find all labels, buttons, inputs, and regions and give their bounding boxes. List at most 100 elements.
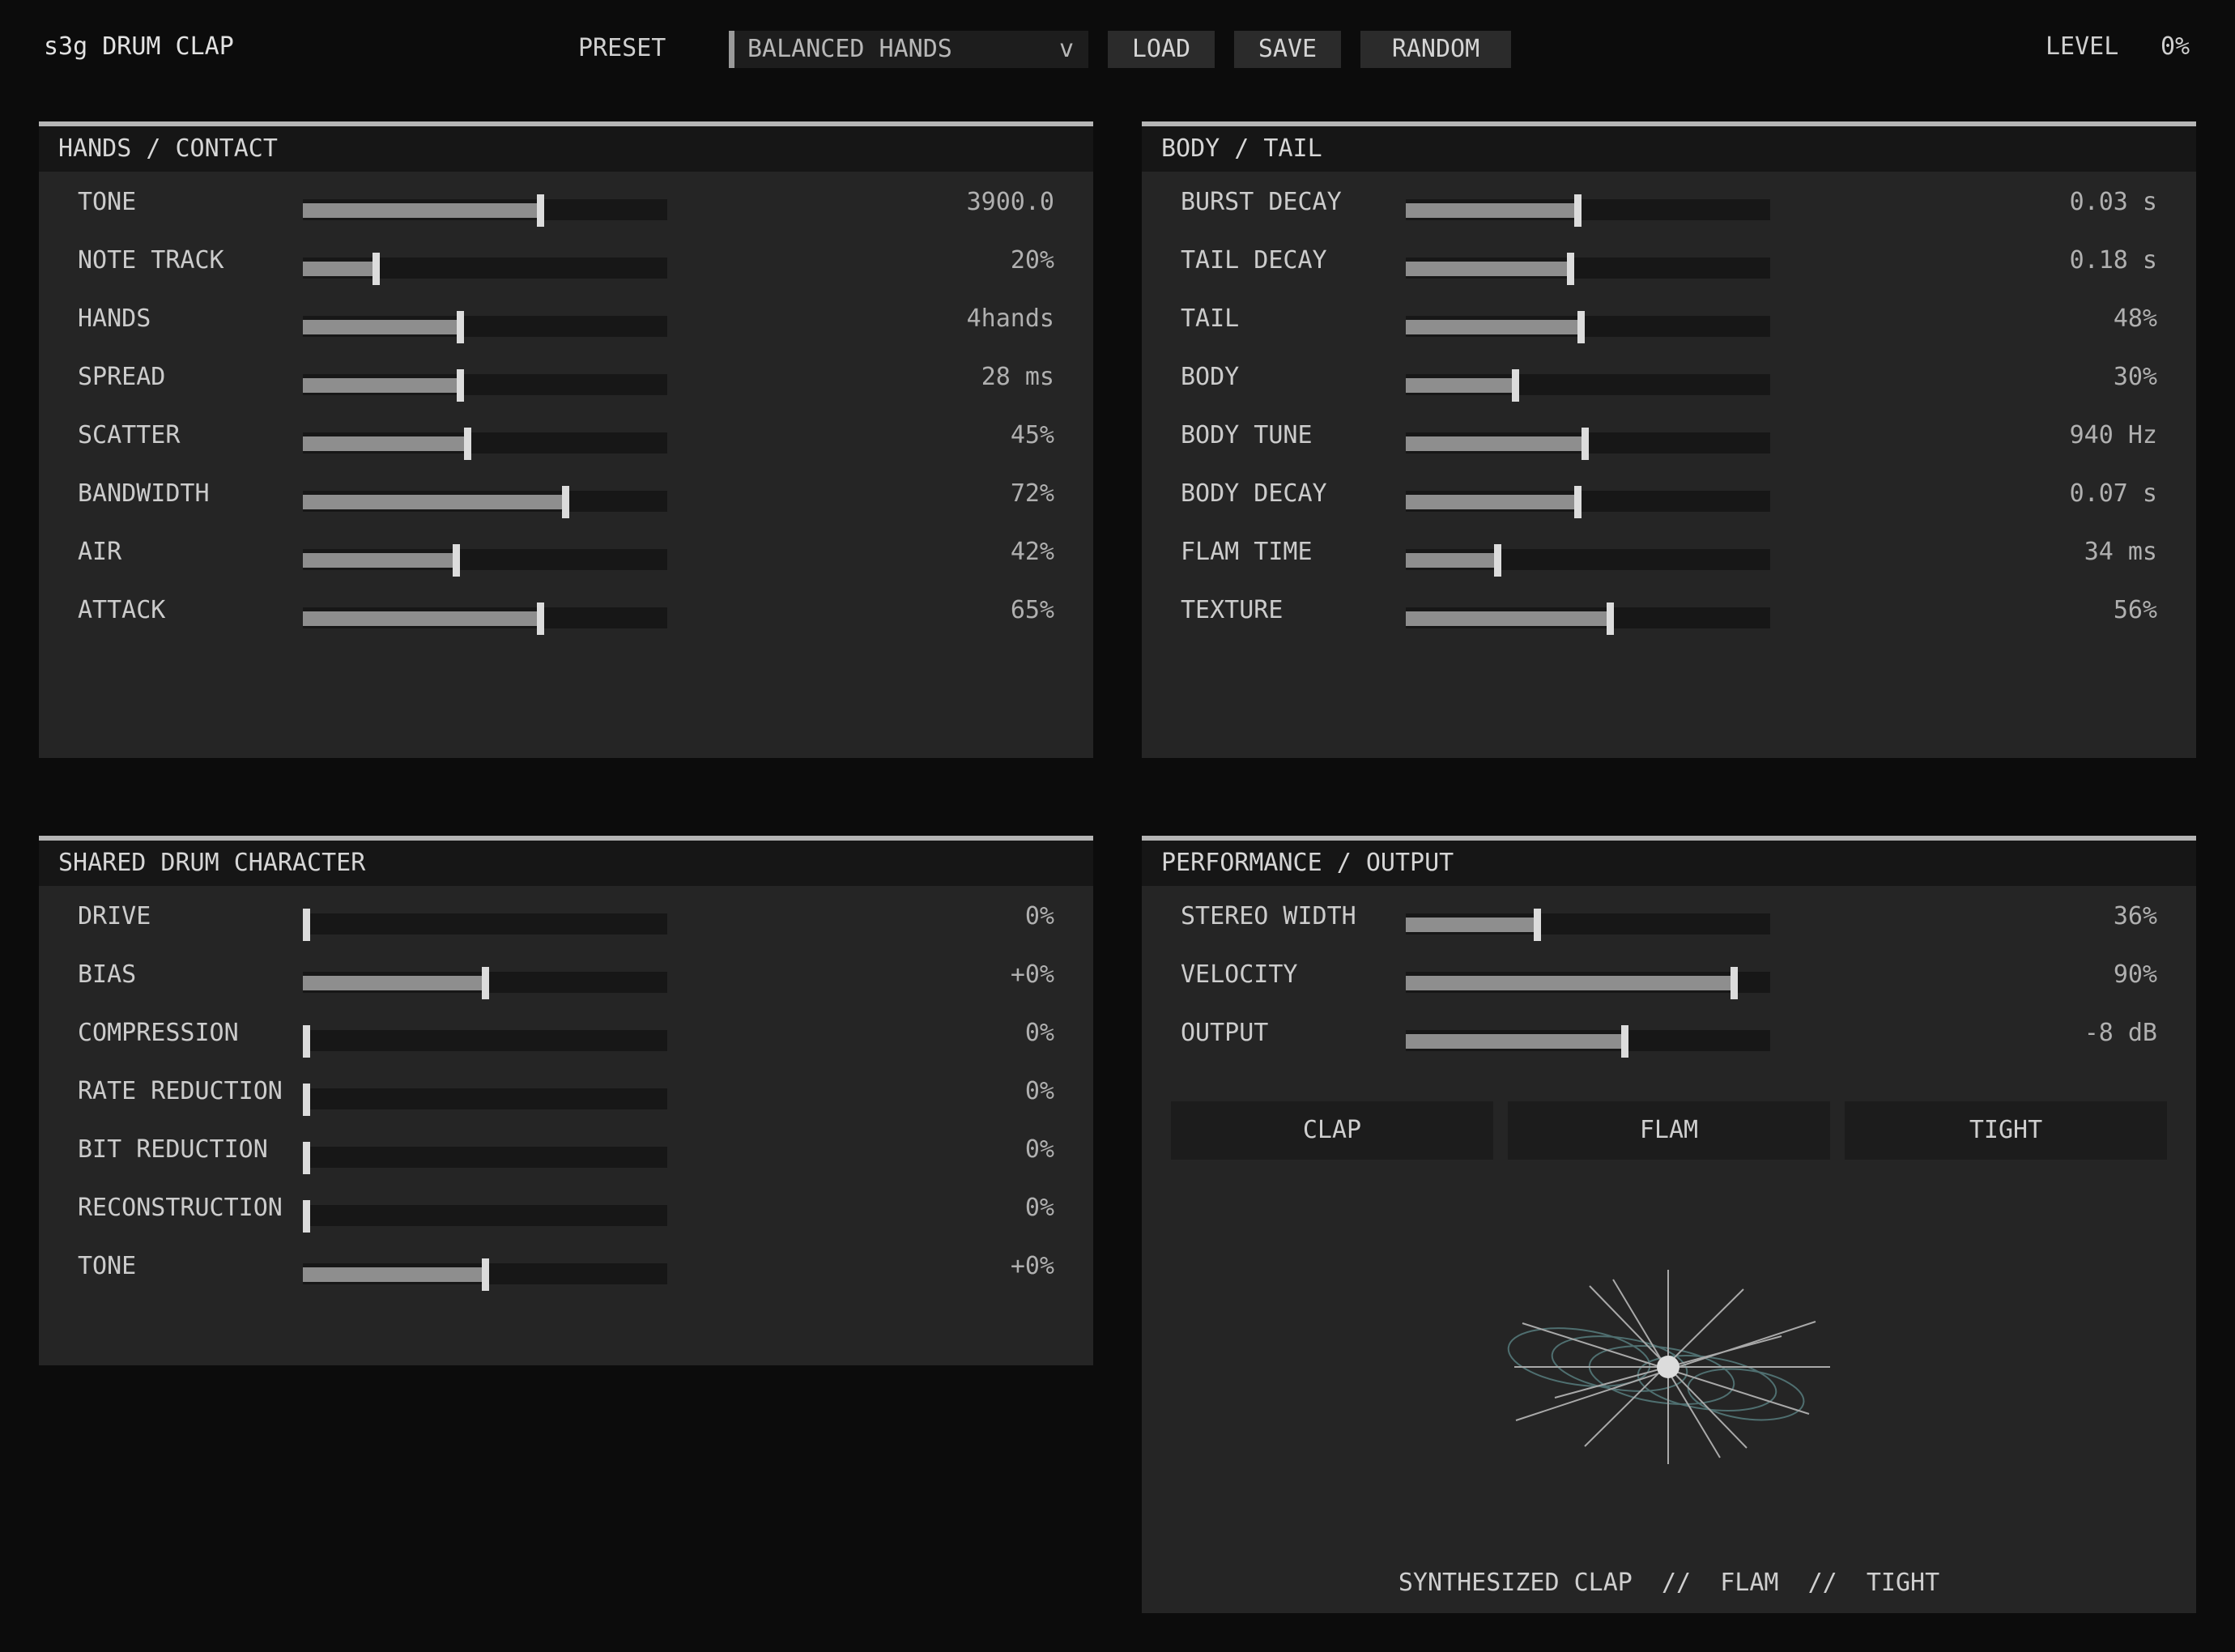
param-slider[interactable] [1406, 602, 1770, 635]
param-slider[interactable] [303, 909, 667, 941]
param-slider[interactable] [303, 428, 667, 460]
slider-thumb[interactable] [303, 1084, 310, 1116]
slider-thumb[interactable] [1607, 602, 1614, 635]
param-label: TONE [78, 188, 137, 216]
param-label: TONE [78, 1252, 137, 1280]
panel-body-tail: BODY / TAIL BURST DECAY 0.03 s TAIL DECAY 0… [1142, 121, 2196, 758]
param-slider[interactable] [1406, 194, 1770, 227]
param-label: BODY [1181, 363, 1240, 391]
slider-thumb[interactable] [1574, 486, 1582, 518]
param-value: -8 dB [2084, 1019, 2157, 1047]
slider-thumb[interactable] [1534, 909, 1541, 941]
param-value: +0% [1010, 960, 1054, 989]
param-slider[interactable] [303, 1142, 667, 1174]
slider-thumb[interactable] [482, 967, 489, 999]
mode-footer-text: SYNTHESIZED CLAP // FLAM // TIGHT [1398, 1569, 1940, 1597]
param-slider[interactable] [303, 544, 667, 577]
param-value: 0% [1024, 902, 1054, 930]
param-value: 90% [2113, 960, 2157, 989]
app-title: s3g DRUM CLAP [44, 32, 234, 61]
param-value: 0% [1024, 1135, 1054, 1164]
slider-thumb[interactable] [464, 428, 471, 460]
param-row-bias: BIAS +0% [39, 957, 1093, 1015]
mode-button-flam[interactable]: FLAM [1508, 1101, 1830, 1160]
slider-thumb[interactable] [303, 1200, 310, 1233]
param-row-reconstruction: RECONSTRUCTION 0% [39, 1190, 1093, 1249]
slider-thumb[interactable] [1494, 544, 1501, 577]
param-slider[interactable] [1406, 311, 1770, 343]
slider-thumb[interactable] [1582, 428, 1589, 460]
param-slider[interactable] [1406, 967, 1770, 999]
slider-thumb[interactable] [457, 311, 464, 343]
param-row-hands: HANDS 4hands [39, 301, 1093, 360]
slider-thumb[interactable] [457, 369, 464, 402]
random-button[interactable]: RANDOM [1360, 31, 1511, 68]
param-row-tone: TONE +0% [39, 1249, 1093, 1307]
slider-thumb[interactable] [1574, 194, 1582, 227]
slider-fill [303, 262, 376, 276]
param-slider[interactable] [303, 311, 667, 343]
param-slider[interactable] [1406, 909, 1770, 941]
slider-thumb[interactable] [537, 602, 544, 635]
param-label: DRIVE [78, 902, 151, 930]
load-button[interactable]: LOAD [1108, 31, 1215, 68]
slider-fill [303, 378, 460, 393]
param-row-flam-time: FLAM TIME 34 ms [1142, 534, 2196, 593]
slider-thumb[interactable] [1567, 253, 1574, 285]
slider-thumb[interactable] [372, 253, 380, 285]
param-slider[interactable] [1406, 544, 1770, 577]
slider-thumb[interactable] [303, 1142, 310, 1174]
param-slider[interactable] [1406, 486, 1770, 518]
save-button[interactable]: SAVE [1234, 31, 1341, 68]
panel-hands-contact: HANDS / CONTACT TONE 3900.0 NOTE TRACK 20% H… [39, 121, 1093, 758]
slider-thumb[interactable] [453, 544, 460, 577]
param-row-burst-decay: BURST DECAY 0.03 s [1142, 185, 2196, 243]
param-value: 20% [1010, 246, 1054, 275]
slider-thumb[interactable] [1577, 311, 1585, 343]
param-slider[interactable] [1406, 369, 1770, 402]
param-slider[interactable] [303, 486, 667, 518]
panel-title: PERFORMANCE / OUTPUT [1142, 841, 2196, 886]
param-value: 4hands [966, 304, 1054, 333]
param-value: 0% [1024, 1194, 1054, 1222]
param-row-velocity: VELOCITY 90% [1142, 957, 2196, 1015]
param-label: TAIL [1181, 304, 1240, 333]
mode-button-tight[interactable]: TIGHT [1845, 1101, 2167, 1160]
param-slider[interactable] [1406, 428, 1770, 460]
param-slider[interactable] [303, 194, 667, 227]
slider-thumb[interactable] [482, 1258, 489, 1291]
param-row-tail: TAIL 48% [1142, 301, 2196, 360]
param-value: +0% [1010, 1252, 1054, 1280]
param-row-spread: SPREAD 28 ms [39, 360, 1093, 418]
slider-thumb[interactable] [303, 909, 310, 941]
slider-thumb[interactable] [562, 486, 569, 518]
param-slider[interactable] [303, 1200, 667, 1233]
panel-title: BODY / TAIL [1142, 126, 2196, 172]
param-label: STEREO WIDTH [1181, 902, 1356, 930]
param-slider[interactable] [303, 253, 667, 285]
preset-value: BALANCED HANDS [747, 35, 952, 63]
param-slider[interactable] [303, 369, 667, 402]
clap-visualizer [1507, 1270, 1830, 1464]
param-slider[interactable] [303, 967, 667, 999]
panel-shared-drum-character: SHARED DRUM CHARACTER DRIVE 0% BIAS +0% COMP… [39, 836, 1093, 1365]
mode-button-clap[interactable]: CLAP [1171, 1101, 1493, 1160]
param-slider[interactable] [303, 1025, 667, 1058]
slider-thumb[interactable] [537, 194, 544, 227]
param-label: HANDS [78, 304, 151, 333]
param-row-body-tune: BODY TUNE 940 Hz [1142, 418, 2196, 476]
param-slider[interactable] [303, 602, 667, 635]
preset-dropdown[interactable]: BALANCED HANDS v [729, 31, 1088, 68]
slider-thumb[interactable] [303, 1025, 310, 1058]
slider-thumb[interactable] [1621, 1025, 1628, 1058]
param-label: BIT REDUCTION [78, 1135, 268, 1164]
param-slider[interactable] [1406, 253, 1770, 285]
param-slider[interactable] [1406, 1025, 1770, 1058]
param-value: 30% [2113, 363, 2157, 391]
slider-thumb[interactable] [1731, 967, 1738, 999]
level-label: LEVEL [2046, 32, 2119, 61]
param-row-compression: COMPRESSION 0% [39, 1015, 1093, 1074]
slider-thumb[interactable] [1512, 369, 1519, 402]
param-slider[interactable] [303, 1084, 667, 1116]
param-slider[interactable] [303, 1258, 667, 1291]
